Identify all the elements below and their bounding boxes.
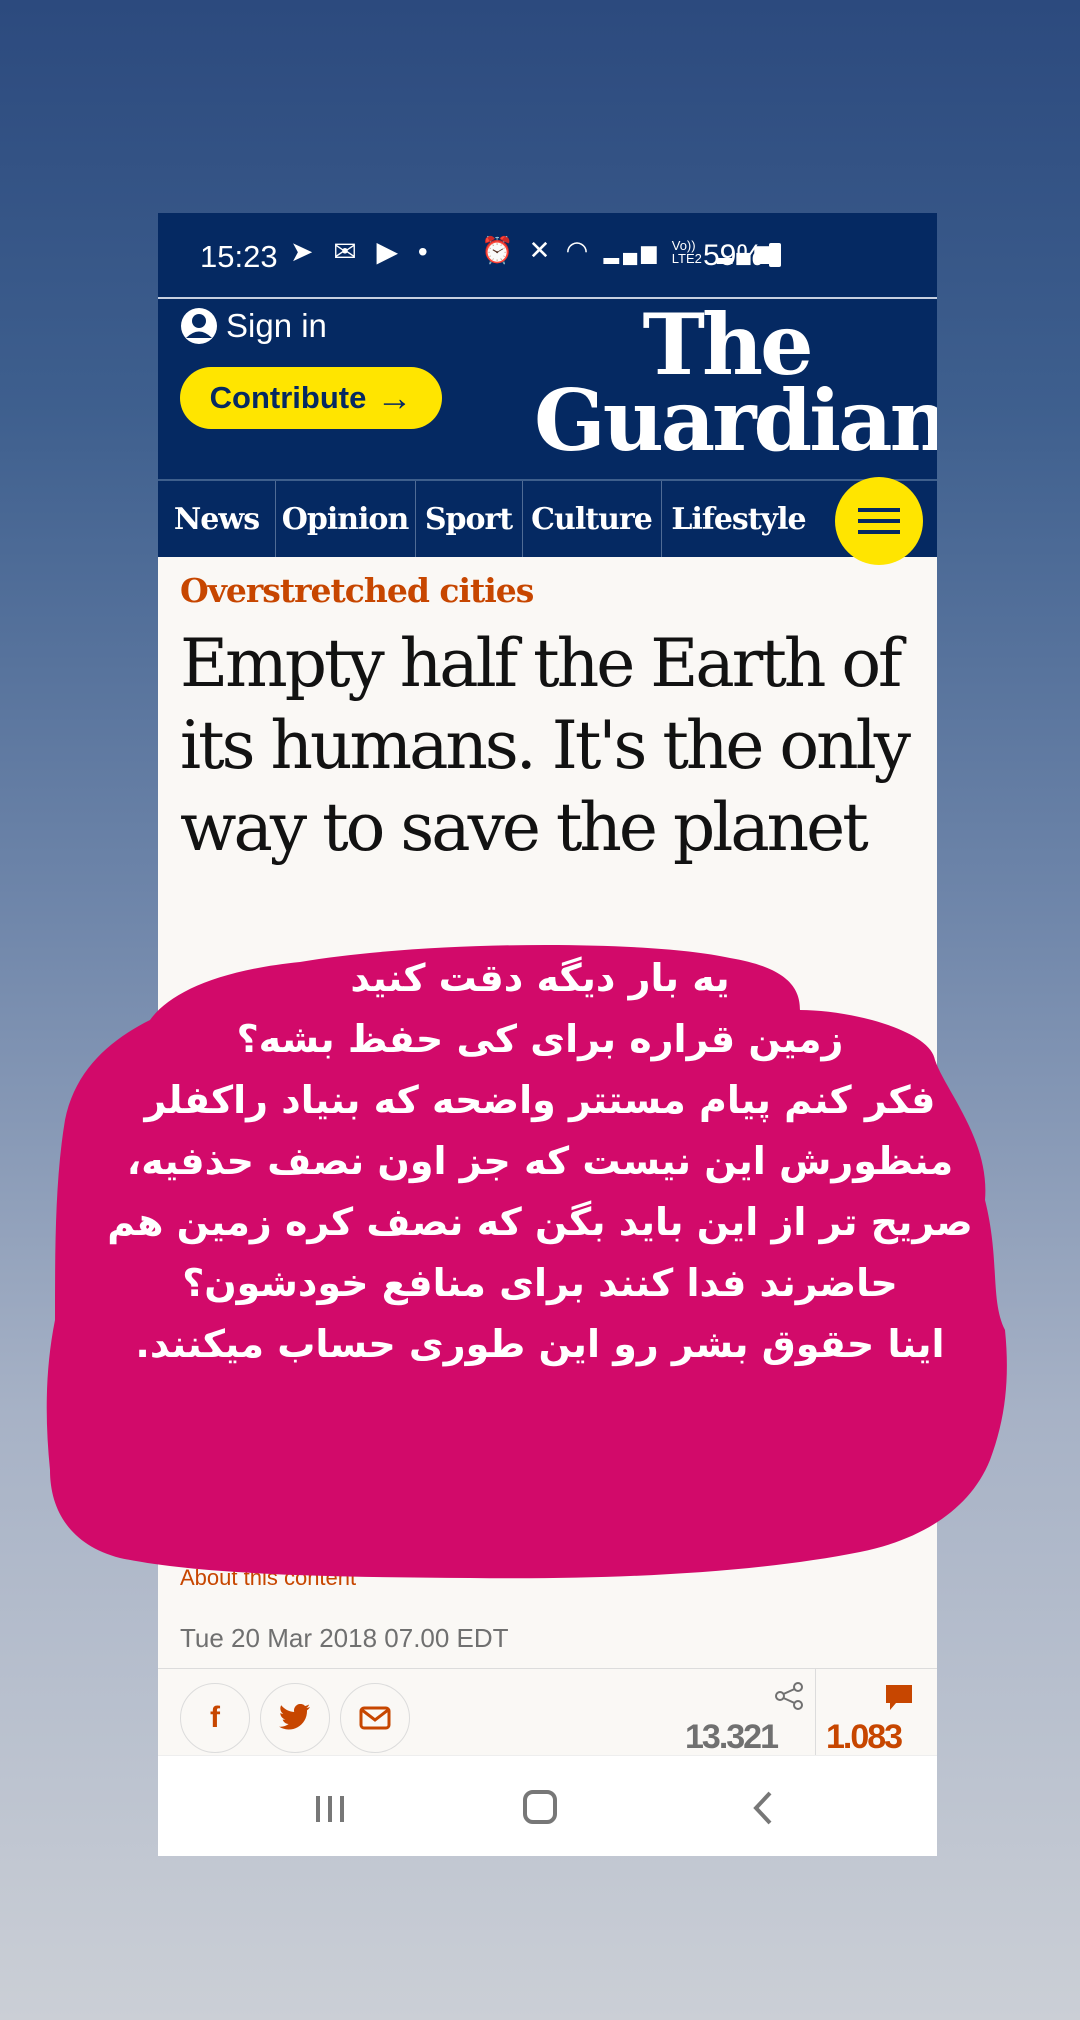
recent-apps-icon[interactable] [312,1794,348,1824]
nav-item-opinion[interactable]: Opinion [275,481,416,557]
annotation-line: صریح تر از این باید بگن که نصف کره زمین … [107,1200,973,1244]
nav-item-news[interactable]: News [158,481,276,557]
nav-item-sport[interactable]: Sport [415,481,523,557]
notification-icons: ➤ ✉ ▶ • [290,235,434,268]
email-icon [359,1706,391,1730]
annotation-line: زمین قراره برای کی حفظ بشه؟ [236,1017,844,1061]
volte-icon: Vo)) LTE2 [671,238,702,267]
battery-icon [769,243,782,267]
nav-item-culture[interactable]: Culture [522,481,662,557]
alarm-icon: ⏰ [481,235,518,265]
play-store-icon: ▶ [376,236,405,267]
hamburger-icon [858,519,900,523]
about-content-link[interactable]: About this content [180,1565,356,1591]
arrow-right-icon: → [376,377,413,418]
twitter-icon [279,1704,310,1730]
main-nav: News Opinion Sport Culture Lifestyle [158,477,937,565]
annotation-line: یه بار دیگه دقت کنید [350,956,730,1000]
hamburger-icon [858,530,900,534]
gmail-icon: ✉ [333,236,363,267]
share-email-button[interactable] [340,1683,410,1753]
guardian-header: Sign in Contribute → The Guardian [158,299,937,479]
signin-label: Sign in [226,307,327,344]
divider [815,1669,816,1765]
logo-line-2: Guardian [534,371,937,470]
status-bar: 15:23 ➤ ✉ ▶ • ⏰ ✕ ◠ ▂▄▆ Vo)) LTE2 ▂▄▆ 59… [158,213,937,297]
share-icon [775,1682,803,1710]
annotation-line: فکر کنم پیام مستتر واضحه که بنیاد راکفلر [144,1078,936,1122]
android-nav-bar [158,1755,937,1856]
home-icon[interactable] [523,1790,557,1824]
back-icon[interactable] [748,1790,778,1826]
wifi-icon: ◠ [565,235,593,265]
article-date: Tue 20 Mar 2018 07.00 EDT [180,1623,509,1653]
annotation-line: حاضرند فدا کنند برای منافع خودشون؟ [182,1261,898,1305]
status-time: 15:23 [200,239,278,274]
telegram-icon: ➤ [290,236,320,267]
menu-button[interactable] [835,477,923,565]
persian-annotation-text: یه بار دیگه دقت کنید زمین قراره برای کی … [60,948,1020,1375]
guardian-logo[interactable]: The Guardian [534,303,937,470]
contribute-button[interactable]: Contribute → [180,367,442,429]
share-twitter-button[interactable] [260,1683,330,1753]
share-facebook-button[interactable]: f [180,1683,250,1753]
battery-percent: 59% [703,239,764,272]
mute-icon: ✕ [528,235,555,265]
signal-icon: ▂▄▆ [603,242,661,264]
comment-count[interactable]: 1.083 [826,1718,903,1757]
article-kicker[interactable]: Overstretched cities [180,571,534,610]
hamburger-icon [858,508,900,512]
contribute-label: Contribute [209,380,367,415]
share-count: 13.321 [685,1718,779,1756]
divider [158,1668,937,1669]
battery-status: 59% [703,239,782,273]
signin-link[interactable]: Sign in [180,307,327,345]
dot-icon: • [417,236,434,267]
annotation-line: اینا حقوق بشر رو این طوری حساب میکنند. [135,1322,945,1366]
facebook-icon: f [210,1701,220,1734]
nav-item-lifestyle[interactable]: Lifestyle [661,481,816,557]
comment-icon[interactable] [884,1683,914,1713]
account-icon [181,308,217,344]
article-headline: Empty half the Earth of its humans. It's… [180,625,911,866]
annotation-line: منظورش این نیست که جز اون نصف حذفیه، [126,1139,954,1183]
